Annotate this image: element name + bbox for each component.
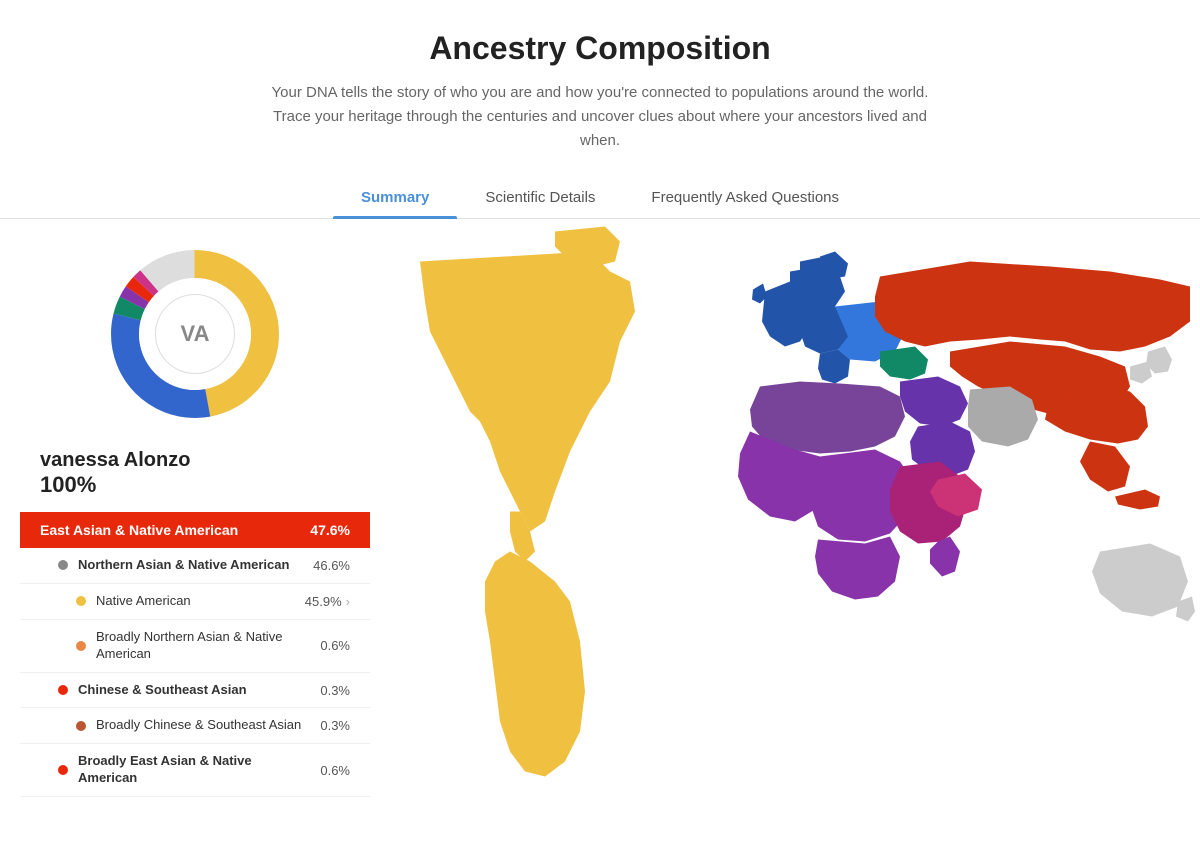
item-name: Broadly Chinese & Southeast Asian <box>96 717 312 734</box>
page-header: Ancestry Composition Your DNA tells the … <box>0 0 1200 153</box>
tab-scientific[interactable]: Scientific Details <box>457 177 623 218</box>
item-name: Northern Asian & Native American <box>78 557 305 574</box>
tab-summary[interactable]: Summary <box>333 177 457 218</box>
item-pct: 0.6% <box>320 763 350 778</box>
top-category[interactable]: East Asian & Native American 47.6% <box>20 512 370 548</box>
list-item[interactable]: Native American 45.9% › <box>20 584 370 620</box>
world-map <box>370 219 1200 844</box>
ancestry-dot <box>58 685 68 695</box>
user-name: vanessa Alonzo <box>20 449 370 472</box>
ancestry-list: East Asian & Native American 47.6% North… <box>20 512 370 797</box>
top-category-label: East Asian & Native American <box>40 522 238 538</box>
main-content: VA vanessa Alonzo 100% East Asian & Nati… <box>0 219 1200 844</box>
item-pct: 0.3% <box>320 718 350 733</box>
item-name: Native American <box>96 593 297 610</box>
list-item[interactable]: Northern Asian & Native American 46.6% <box>20 548 370 584</box>
left-panel: VA vanessa Alonzo 100% East Asian & Nati… <box>0 219 370 844</box>
donut-chart-area: VA <box>20 239 370 429</box>
item-name: Chinese & Southeast Asian <box>78 682 312 699</box>
item-name: Broadly Northern Asian & Native American <box>96 629 312 663</box>
list-item[interactable]: Chinese & Southeast Asian 0.3% <box>20 673 370 709</box>
chevron-right-icon: › <box>346 594 350 609</box>
user-percent: 100% <box>20 472 370 512</box>
top-category-pct: 47.6% <box>310 522 350 538</box>
item-pct: 46.6% <box>313 558 350 573</box>
page-subtitle: Your DNA tells the story of who you are … <box>260 81 940 153</box>
item-pct: 0.3% <box>320 683 350 698</box>
user-initials: VA <box>155 294 235 374</box>
item-pct: 45.9% <box>305 594 342 609</box>
page-title: Ancestry Composition <box>20 30 1180 67</box>
donut-chart: VA <box>100 239 290 429</box>
list-item[interactable]: Broadly Northern Asian & Native American… <box>20 620 370 673</box>
ancestry-dot <box>76 721 86 731</box>
ancestry-dot <box>76 596 86 606</box>
tab-faq[interactable]: Frequently Asked Questions <box>623 177 867 218</box>
tab-bar: Summary Scientific Details Frequently As… <box>0 177 1200 219</box>
ancestry-dot <box>76 641 86 651</box>
item-name: Broadly East Asian & Native American <box>78 753 312 787</box>
ancestry-dot <box>58 560 68 570</box>
list-item[interactable]: Broadly Chinese & Southeast Asian 0.3% <box>20 708 370 744</box>
item-pct: 0.6% <box>320 638 350 653</box>
list-item[interactable]: Broadly East Asian & Native American 0.6… <box>20 744 370 797</box>
